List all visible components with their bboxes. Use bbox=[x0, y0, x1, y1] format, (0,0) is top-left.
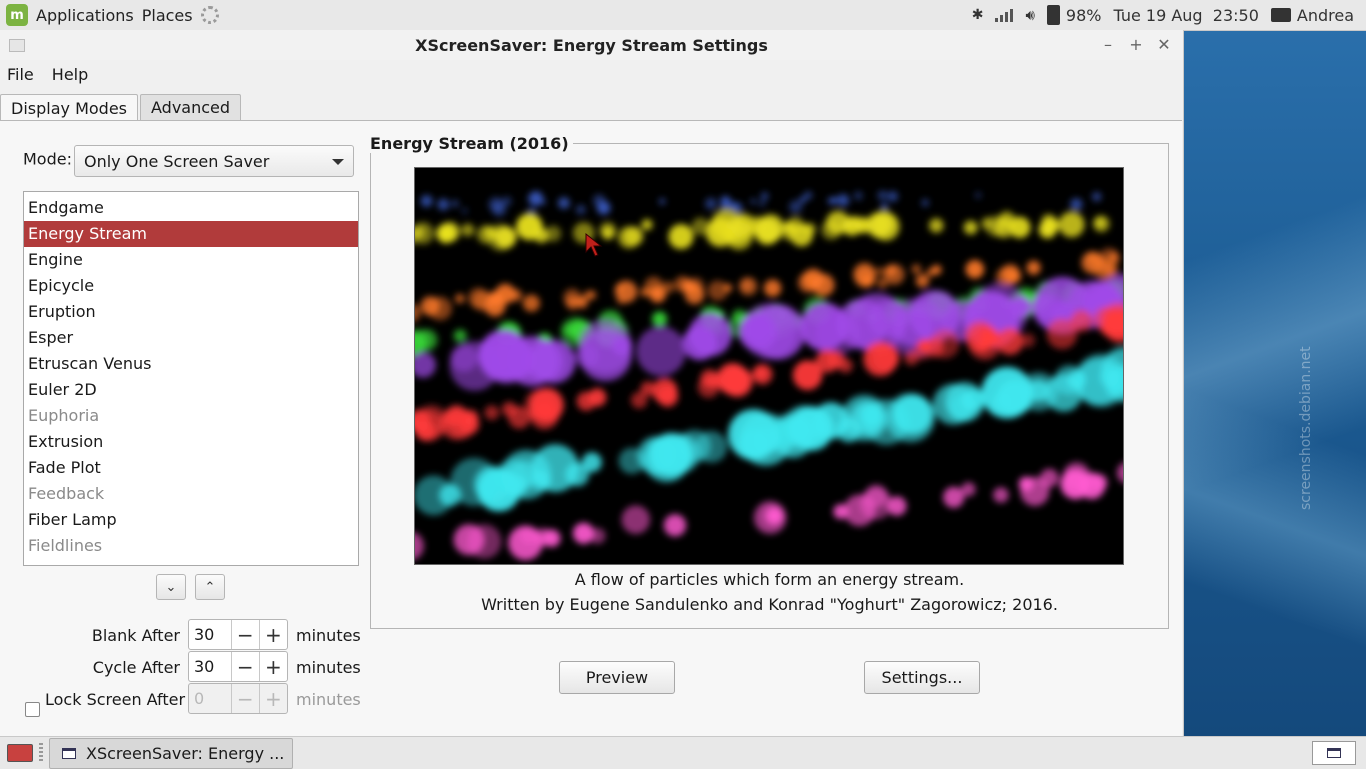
screensaver-list[interactable]: Endgame Energy Stream Engine Epicycle Erupti… bbox=[23, 191, 359, 566]
plus-icon[interactable]: + bbox=[260, 652, 287, 681]
list-item[interactable]: Euphoria bbox=[24, 403, 358, 429]
blank-after-label: Blank After bbox=[91, 626, 180, 645]
menu-help[interactable]: Help bbox=[52, 65, 88, 84]
window-app-icon[interactable] bbox=[9, 39, 25, 52]
menubar: File Help bbox=[0, 60, 1183, 88]
cycle-after-units: minutes bbox=[296, 658, 361, 677]
minimize-icon[interactable]: – bbox=[1099, 35, 1117, 54]
window-icon bbox=[1327, 748, 1341, 758]
list-item[interactable]: Energy Stream bbox=[24, 221, 358, 247]
panel-grip[interactable] bbox=[39, 743, 43, 763]
show-desktop-icon[interactable] bbox=[7, 744, 33, 762]
list-item[interactable]: Fade Plot bbox=[24, 455, 358, 481]
mint-logo-icon[interactable]: m bbox=[6, 4, 28, 26]
window-titlebar[interactable]: XScreenSaver: Energy Stream Settings – +… bbox=[0, 30, 1183, 60]
taskbar-item[interactable]: XScreenSaver: Energy ... bbox=[49, 737, 293, 769]
chevron-up-icon: ⌃ bbox=[204, 579, 216, 595]
cycle-after-spinner[interactable]: 30 − + bbox=[188, 651, 288, 682]
list-item[interactable]: Euler 2D bbox=[24, 377, 358, 403]
menu-file[interactable]: File bbox=[7, 65, 34, 84]
desktop-wallpaper bbox=[1183, 30, 1366, 736]
lock-screen-checkbox[interactable] bbox=[25, 702, 40, 717]
description-line-2: Written by Eugene Sandulenko and Konrad … bbox=[481, 595, 1058, 614]
preview-button[interactable]: Preview bbox=[559, 661, 675, 694]
tab-advanced[interactable]: Advanced bbox=[140, 94, 242, 120]
bottom-panel: XScreenSaver: Energy ... bbox=[0, 736, 1366, 769]
list-item[interactable]: Etruscan Venus bbox=[24, 351, 358, 377]
workspace-switcher[interactable] bbox=[1312, 741, 1356, 765]
blank-after-value[interactable]: 30 bbox=[189, 620, 232, 649]
list-item[interactable]: Fieldlines bbox=[24, 533, 358, 559]
places-menu[interactable]: Places bbox=[142, 6, 193, 25]
list-item[interactable]: Engine bbox=[24, 247, 358, 273]
battery-icon[interactable] bbox=[1046, 5, 1060, 25]
list-item[interactable]: Epicycle bbox=[24, 273, 358, 299]
battery-percent: 98% bbox=[1065, 5, 1102, 25]
plus-icon[interactable]: + bbox=[260, 620, 287, 649]
display-modes-panel: Mode: Only One Screen Saver Endgame Energ… bbox=[0, 120, 1182, 737]
list-item[interactable]: Feedback bbox=[24, 481, 358, 507]
minus-icon: − bbox=[232, 684, 260, 713]
settings-window: XScreenSaver: Energy Stream Settings – +… bbox=[0, 30, 1184, 737]
list-item[interactable]: Fiber Lamp bbox=[24, 507, 358, 533]
energy-stream-preview-image bbox=[415, 190, 1123, 561]
chevron-down-icon: ⌄ bbox=[165, 579, 177, 595]
close-icon[interactable]: ✕ bbox=[1155, 35, 1173, 54]
settings-button[interactable]: Settings... bbox=[864, 661, 980, 694]
mouse-cursor-icon bbox=[585, 232, 603, 257]
minus-icon[interactable]: − bbox=[232, 652, 260, 681]
taskbar-item-label: XScreenSaver: Energy ... bbox=[86, 743, 285, 763]
window-icon bbox=[62, 747, 76, 759]
clock[interactable]: Tue 19 Aug 23:50 bbox=[1113, 6, 1258, 25]
mode-label: Mode: bbox=[23, 149, 72, 169]
list-item[interactable]: Eruption bbox=[24, 299, 358, 325]
chevron-down-icon bbox=[332, 159, 344, 165]
move-up-button[interactable]: ⌃ bbox=[195, 574, 225, 600]
lock-after-units: minutes bbox=[296, 690, 361, 709]
minus-icon[interactable]: − bbox=[232, 620, 260, 649]
list-item[interactable]: Extrusion bbox=[24, 429, 358, 455]
cycle-after-value[interactable]: 30 bbox=[189, 652, 232, 681]
window-title: XScreenSaver: Energy Stream Settings bbox=[415, 35, 768, 55]
screensaver-preview bbox=[414, 167, 1124, 565]
applications-menu[interactable]: Applications bbox=[36, 6, 134, 25]
move-down-button[interactable]: ⌄ bbox=[156, 574, 186, 600]
cycle-after-label: Cycle After bbox=[92, 658, 180, 677]
mode-select-value: Only One Screen Saver bbox=[84, 151, 270, 171]
lock-after-value: 0 bbox=[189, 684, 232, 713]
preview-frame-title: Energy Stream (2016) bbox=[370, 134, 573, 153]
monitor-icon bbox=[1270, 8, 1291, 22]
user-menu[interactable]: Andrea bbox=[1297, 6, 1354, 25]
maximize-icon[interactable]: + bbox=[1127, 35, 1145, 54]
top-panel: m Applications Places ✱ 🔊︎ 98% Tue 19 Au… bbox=[0, 0, 1366, 31]
list-item[interactable]: Endgame bbox=[24, 195, 358, 221]
blank-after-units: minutes bbox=[296, 626, 361, 645]
mode-select[interactable]: Only One Screen Saver bbox=[74, 145, 354, 177]
volume-icon[interactable]: 🔊︎ bbox=[1025, 6, 1034, 24]
description-line-1: A flow of particles which form an energy… bbox=[574, 570, 965, 589]
watermark: screenshots.debian.net bbox=[1298, 346, 1314, 510]
gear-icon[interactable] bbox=[200, 6, 219, 24]
tab-bar: Display Modes Advanced bbox=[0, 94, 243, 121]
lock-screen-label[interactable]: Lock Screen After bbox=[45, 690, 185, 709]
lock-after-spinner: 0 − + bbox=[188, 683, 288, 714]
network-signal-icon[interactable] bbox=[995, 8, 1014, 22]
bluetooth-icon[interactable]: ✱ bbox=[972, 7, 984, 23]
list-item[interactable]: Esper bbox=[24, 325, 358, 351]
tab-display-modes[interactable]: Display Modes bbox=[0, 94, 138, 121]
blank-after-spinner[interactable]: 30 − + bbox=[188, 619, 288, 650]
plus-icon: + bbox=[265, 686, 282, 711]
